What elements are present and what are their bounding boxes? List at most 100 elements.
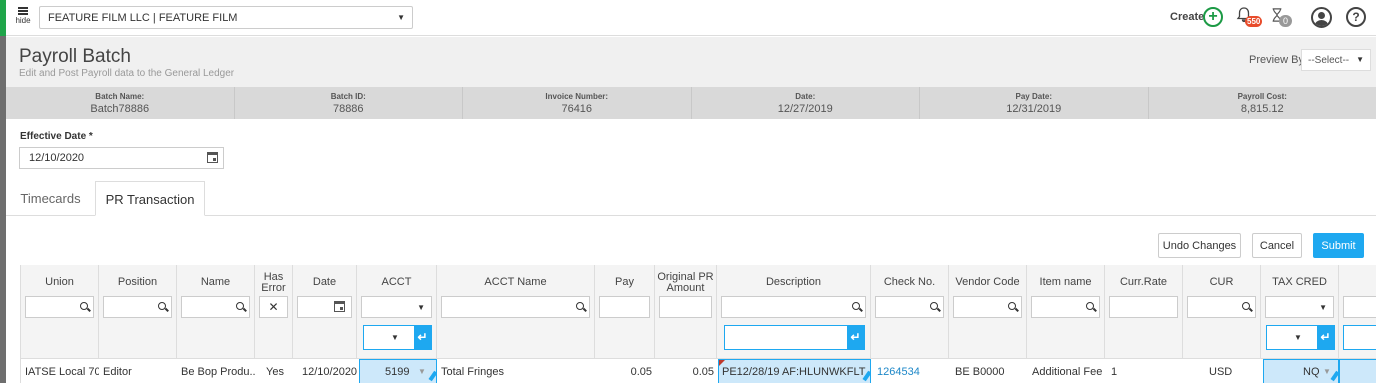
chevron-down-icon[interactable]: ▼ — [1319, 303, 1327, 312]
column-title[interactable]: CUR — [1183, 269, 1260, 296]
search-icon[interactable] — [576, 302, 584, 310]
filter-original-pr-amount[interactable] — [659, 296, 712, 318]
chevron-down-icon: ▼ — [397, 13, 405, 22]
cell-tax-cred[interactable]: NQ ▼ — [1263, 359, 1339, 383]
filter-tax-cred[interactable]: ▼ — [1265, 296, 1334, 318]
cell-pay[interactable]: 0.05 — [595, 359, 652, 383]
stat-label: Batch Name: — [95, 92, 145, 101]
search-icon[interactable] — [852, 302, 860, 310]
filter-date[interactable] — [297, 296, 352, 318]
calendar-icon[interactable] — [207, 152, 218, 163]
clear-icon[interactable]: ✕ — [260, 300, 287, 314]
plus-circle-icon[interactable]: + — [1203, 7, 1223, 27]
search-icon[interactable] — [236, 302, 244, 310]
column-title[interactable]: Pay — [595, 269, 654, 296]
column-title[interactable]: Original PR Amount — [655, 269, 716, 296]
cell-has-error[interactable]: Yes — [266, 359, 293, 383]
cell-union[interactable]: IATSE Local 700 — [25, 359, 99, 383]
submit-button[interactable]: Submit — [1313, 233, 1364, 258]
apply-enter-icon[interactable]: ↵ — [1317, 326, 1334, 349]
filter-position[interactable] — [103, 296, 172, 318]
search-icon[interactable] — [1086, 302, 1094, 310]
chevron-down-icon[interactable]: ▼ — [1323, 367, 1331, 376]
cancel-button[interactable]: Cancel — [1252, 233, 1302, 258]
column-title[interactable]: Vendor Code — [949, 269, 1026, 296]
next-bulk-edit[interactable] — [1343, 325, 1376, 350]
column-title[interactable]: Check No. — [871, 269, 948, 296]
stat-label: Pay Date: — [1015, 92, 1052, 101]
column-acct: ACCT ▼ ▼ ↵ — [357, 265, 437, 358]
cell-curr-rate[interactable]: 1 — [1111, 359, 1183, 383]
table-row[interactable]: IATSE Local 700 Editor Be Bop Produ... Y… — [21, 358, 1376, 383]
user-avatar-icon[interactable] — [1311, 7, 1332, 28]
acct-bulk-edit[interactable]: ▼ ↵ — [363, 325, 432, 350]
cell-vendor-code[interactable]: BE B0000 — [955, 359, 1027, 383]
search-icon[interactable] — [158, 302, 166, 310]
column-title[interactable]: Position — [99, 269, 176, 296]
column-title[interactable]: Union — [21, 269, 98, 296]
filter-curr-rate[interactable] — [1109, 296, 1178, 318]
edit-pencil-icon[interactable] — [1330, 370, 1338, 382]
chevron-down-icon[interactable]: ▼ — [391, 333, 399, 342]
column-title[interactable]: ACCT — [357, 269, 436, 296]
tab-pr-transaction[interactable]: PR Transaction — [95, 181, 205, 216]
company-value: FEATURE FILM LLC | FEATURE FILM — [48, 12, 238, 24]
column-title[interactable]: Description — [717, 269, 870, 296]
help-icon[interactable]: ? — [1346, 7, 1366, 27]
column-title[interactable]: Date — [293, 269, 356, 296]
chevron-down-icon[interactable]: ▼ — [1294, 333, 1302, 342]
filter-name[interactable] — [181, 296, 250, 318]
apply-enter-icon[interactable]: ↵ — [414, 326, 431, 349]
cell-cur[interactable]: USD — [1209, 359, 1261, 383]
cell-original-pr-amount[interactable]: 0.05 — [655, 359, 714, 383]
filter-description[interactable] — [721, 296, 866, 318]
column-title[interactable]: Has Error — [255, 269, 292, 296]
filter-acct-name[interactable] — [441, 296, 590, 318]
filter-next[interactable] — [1343, 296, 1376, 318]
filter-item-name[interactable] — [1031, 296, 1100, 318]
filter-acct[interactable]: ▼ — [361, 296, 432, 318]
column-title[interactable]: ACCT Name — [437, 269, 594, 296]
cell-next[interactable] — [1339, 359, 1376, 383]
cell-date[interactable]: 12/10/2020 — [302, 359, 357, 383]
calendar-icon[interactable] — [334, 301, 345, 312]
search-icon[interactable] — [80, 302, 88, 310]
edit-pencil-icon[interactable] — [428, 370, 436, 382]
search-icon[interactable] — [1242, 302, 1250, 310]
filter-union[interactable] — [25, 296, 94, 318]
chevron-down-icon[interactable]: ▼ — [417, 303, 425, 312]
column-title[interactable]: TAX CRED — [1261, 269, 1338, 296]
filter-check-no[interactable] — [875, 296, 944, 318]
pending-button[interactable]: 0 — [1270, 7, 1294, 29]
tax-cred-bulk-edit[interactable]: ▼ ↵ — [1266, 325, 1335, 350]
cell-name[interactable]: Be Bop Produ... — [181, 359, 255, 383]
stat-label: Payroll Cost: — [1237, 92, 1287, 101]
cell-description[interactable]: PE12/28/19 AF:HLUNWKFLT - Add — [718, 359, 871, 383]
column-title[interactable]: Name — [177, 269, 254, 296]
column-title[interactable]: Item name — [1027, 269, 1104, 296]
chevron-down-icon[interactable]: ▼ — [418, 367, 426, 376]
apply-enter-icon[interactable]: ↵ — [847, 326, 864, 349]
company-select[interactable]: FEATURE FILM LLC | FEATURE FILM ▼ — [39, 6, 413, 29]
filter-pay[interactable] — [599, 296, 650, 318]
filter-cur[interactable] — [1187, 296, 1256, 318]
tab-timecards[interactable]: Timecards — [6, 181, 95, 216]
stat-value: 8,815.12 — [1240, 103, 1284, 115]
cell-acct[interactable]: 5199 ▼ — [359, 359, 437, 383]
description-bulk-edit[interactable]: ↵ — [724, 325, 865, 350]
cell-acct-name[interactable]: Total Fringes — [441, 359, 595, 383]
column-title[interactable]: Curr.Rate — [1105, 269, 1182, 296]
filter-vendor-code[interactable] — [953, 296, 1022, 318]
filter-has-error[interactable]: ✕ — [259, 296, 288, 318]
create-label[interactable]: Create — [1170, 11, 1204, 23]
undo-changes-button[interactable]: Undo Changes — [1158, 233, 1241, 258]
notifications-button[interactable]: 550 — [1236, 7, 1263, 29]
effective-date-input[interactable]: 12/10/2020 — [19, 147, 224, 169]
hide-menu-button[interactable]: hide — [10, 5, 36, 31]
cell-position[interactable]: Editor — [103, 359, 177, 383]
search-icon[interactable] — [930, 302, 938, 310]
cell-item-name[interactable]: Additional Fee — [1032, 359, 1105, 383]
cell-check-no-link[interactable]: 1264534 — [877, 359, 949, 383]
search-icon[interactable] — [1008, 302, 1016, 310]
preview-by-select[interactable]: --Select-- ▼ — [1301, 49, 1371, 71]
